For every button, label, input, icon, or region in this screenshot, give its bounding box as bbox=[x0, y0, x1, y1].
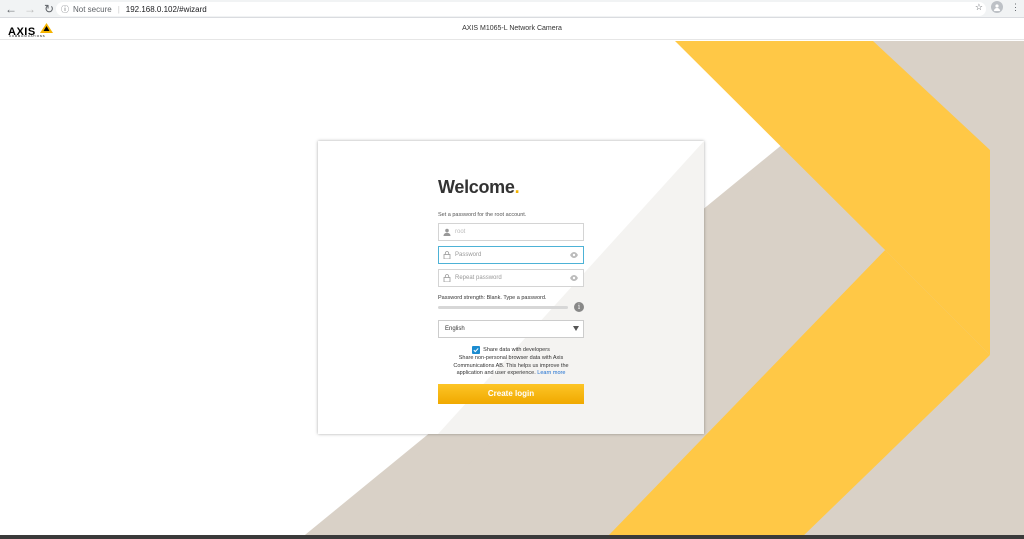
page-title: AXIS M1065-L Network Camera bbox=[462, 25, 562, 32]
info-icon[interactable]: i bbox=[574, 302, 584, 312]
back-arrow-icon[interactable]: ← bbox=[3, 1, 19, 17]
logo-subtext: COMMUNICATIONS bbox=[9, 34, 46, 38]
bookmark-star-icon[interactable]: ☆ bbox=[975, 2, 983, 13]
password-strength-label: Password strength: Blank. Type a passwor… bbox=[438, 295, 547, 301]
forward-arrow-icon[interactable]: → bbox=[22, 1, 38, 17]
security-label: Not secure bbox=[73, 4, 112, 14]
url-text[interactable]: 192.168.0.102/#wizard bbox=[126, 5, 207, 14]
browser-toolbar: ← → ↻ ⓘ Not secure | 192.168.0.102/#wiza… bbox=[0, 0, 1024, 18]
password-hint: Set a password for the root account. bbox=[438, 212, 527, 218]
app-header: AXIS COMMUNICATIONS AXIS M1065-L Network… bbox=[0, 18, 1024, 40]
bottom-edge bbox=[0, 535, 1024, 539]
welcome-heading: Welcome. bbox=[438, 177, 520, 197]
eye-icon[interactable] bbox=[570, 275, 578, 281]
reload-icon[interactable]: ↻ bbox=[41, 1, 57, 17]
info-circle-icon[interactable]: ⓘ bbox=[61, 4, 69, 15]
omnibox-divider: | bbox=[117, 4, 120, 14]
share-data-description: Share non-personal browser data with Axi… bbox=[453, 355, 569, 376]
profile-avatar-icon[interactable] bbox=[991, 1, 1003, 13]
user-icon bbox=[443, 228, 451, 236]
password-placeholder: Password bbox=[455, 252, 482, 258]
checkmark-icon bbox=[473, 348, 479, 353]
repeat-password-field[interactable]: Repeat password bbox=[438, 269, 584, 287]
learn-more-link[interactable]: Learn more bbox=[537, 370, 565, 376]
kebab-menu-icon[interactable]: ⋮ bbox=[1011, 2, 1020, 13]
password-strength-meter bbox=[438, 305, 568, 309]
share-data-checkbox[interactable] bbox=[472, 346, 481, 354]
password-field[interactable]: Password bbox=[438, 246, 584, 264]
wizard-form: Welcome. Set a password for the root acc… bbox=[438, 177, 584, 404]
lock-icon bbox=[443, 274, 451, 282]
create-login-button[interactable]: Create login bbox=[438, 383, 584, 404]
username-placeholder: root bbox=[455, 229, 466, 235]
username-field[interactable]: root bbox=[438, 223, 584, 241]
setup-card: Welcome. Set a password for the root acc… bbox=[318, 141, 704, 434]
lock-icon bbox=[443, 251, 451, 259]
repeat-password-placeholder: Repeat password bbox=[455, 275, 502, 281]
chevron-down-icon bbox=[573, 326, 579, 331]
address-bar[interactable]: ⓘ Not secure | 192.168.0.102/#wizard bbox=[56, 2, 986, 16]
eye-icon[interactable] bbox=[570, 252, 578, 258]
language-select[interactable]: English bbox=[438, 320, 584, 338]
share-data-label[interactable]: Share data with developers bbox=[483, 347, 550, 353]
language-value: English bbox=[445, 326, 465, 332]
